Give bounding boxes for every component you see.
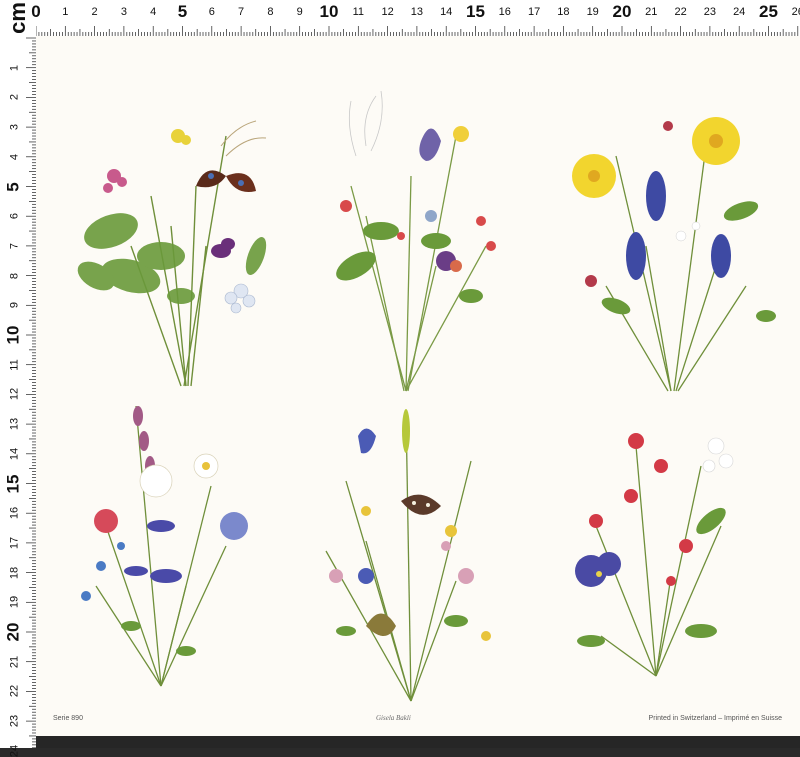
artist-signature: Gisela Bakli	[376, 714, 411, 722]
left-ruler-number: 20	[3, 622, 23, 642]
bouquet-top-right	[572, 117, 776, 392]
top-ruler-number: 11	[352, 6, 365, 18]
top-ruler-number: 15	[466, 2, 485, 21]
top-ruler-number: 4	[150, 6, 157, 18]
bottom-strip	[36, 736, 800, 748]
left-ruler-number: 24	[8, 744, 21, 757]
left-ruler-number: 6	[8, 213, 21, 220]
top-ruler-number: 0	[31, 2, 41, 21]
top-ruler-number: 9	[296, 6, 303, 18]
left-ruler-number: 12	[8, 388, 21, 401]
top-ruler-number: 8	[267, 6, 274, 18]
botanical-print-card: Serie 890 Gisela Bakli Printed in Switze…	[36, 36, 800, 736]
top-ruler-number: 10	[319, 2, 339, 21]
top-ruler-number: 17	[527, 6, 541, 18]
top-ruler-number: 25	[759, 2, 778, 21]
left-ruler-number: 15	[3, 474, 23, 493]
top-ruler-number: 22	[674, 6, 687, 18]
top-ruler-number: 6	[208, 6, 215, 18]
series-label: Serie 890	[53, 715, 83, 722]
bouquet-bottom-left	[81, 405, 248, 687]
top-ruler-number: 13	[410, 6, 424, 18]
top-ruler-number: 19	[586, 6, 599, 18]
left-ruler-number: 17	[8, 536, 21, 550]
top-ruler-number: 2	[91, 6, 98, 18]
bouquet-bottom-right	[575, 433, 734, 677]
left-ruler-number: 9	[8, 302, 21, 309]
left-ruler-number: 16	[8, 507, 21, 520]
top-ruler-number: 3	[120, 6, 127, 18]
left-ruler-number: 3	[8, 124, 21, 131]
top-ruler-number: 21	[645, 6, 658, 18]
printed-in-label: Printed in Switzerland – Imprimé en Suis…	[648, 715, 782, 722]
top-ruler-number: 7	[238, 6, 245, 18]
left-ruler-number: 14	[8, 447, 21, 460]
top-ruler-number: 5	[177, 2, 188, 21]
top-ruler-number: 23	[703, 6, 717, 18]
unit-label: cm	[4, 2, 32, 34]
left-ruler-number: 23	[8, 714, 21, 728]
left-ruler-number: 10	[3, 325, 23, 345]
bouquet-bottom-middle	[325, 409, 491, 702]
left-ruler-number: 11	[8, 358, 21, 371]
left-ruler-number: 2	[8, 94, 21, 101]
left-ruler-number: 1	[8, 64, 21, 71]
bouquet-top-left	[77, 120, 267, 387]
top-ruler-number: 16	[498, 6, 511, 18]
left-ruler-number: 5	[3, 181, 23, 192]
left-ruler-number: 18	[8, 566, 21, 579]
top-ruler-number: 20	[612, 2, 632, 21]
left-ruler-number: 19	[8, 596, 21, 609]
left-ruler-number: 22	[8, 685, 21, 698]
left-ruler-number: 4	[8, 153, 21, 160]
left-ruler-number: 8	[8, 272, 21, 279]
top-ruler-number: 24	[733, 6, 746, 18]
unit-label-text: cm	[5, 2, 30, 34]
left-ruler-number: 21	[8, 655, 21, 668]
top-ruler-number: 14	[440, 6, 453, 18]
top-ruler-number: 18	[557, 6, 570, 18]
left-ruler-number: 13	[8, 417, 21, 431]
bouquet-top-middle	[336, 90, 496, 392]
top-ruler-number: 26	[791, 6, 800, 18]
left-ruler-number: 7	[8, 242, 21, 249]
top-ruler-number: 1	[62, 6, 69, 18]
top-ruler-number: 12	[381, 6, 394, 18]
